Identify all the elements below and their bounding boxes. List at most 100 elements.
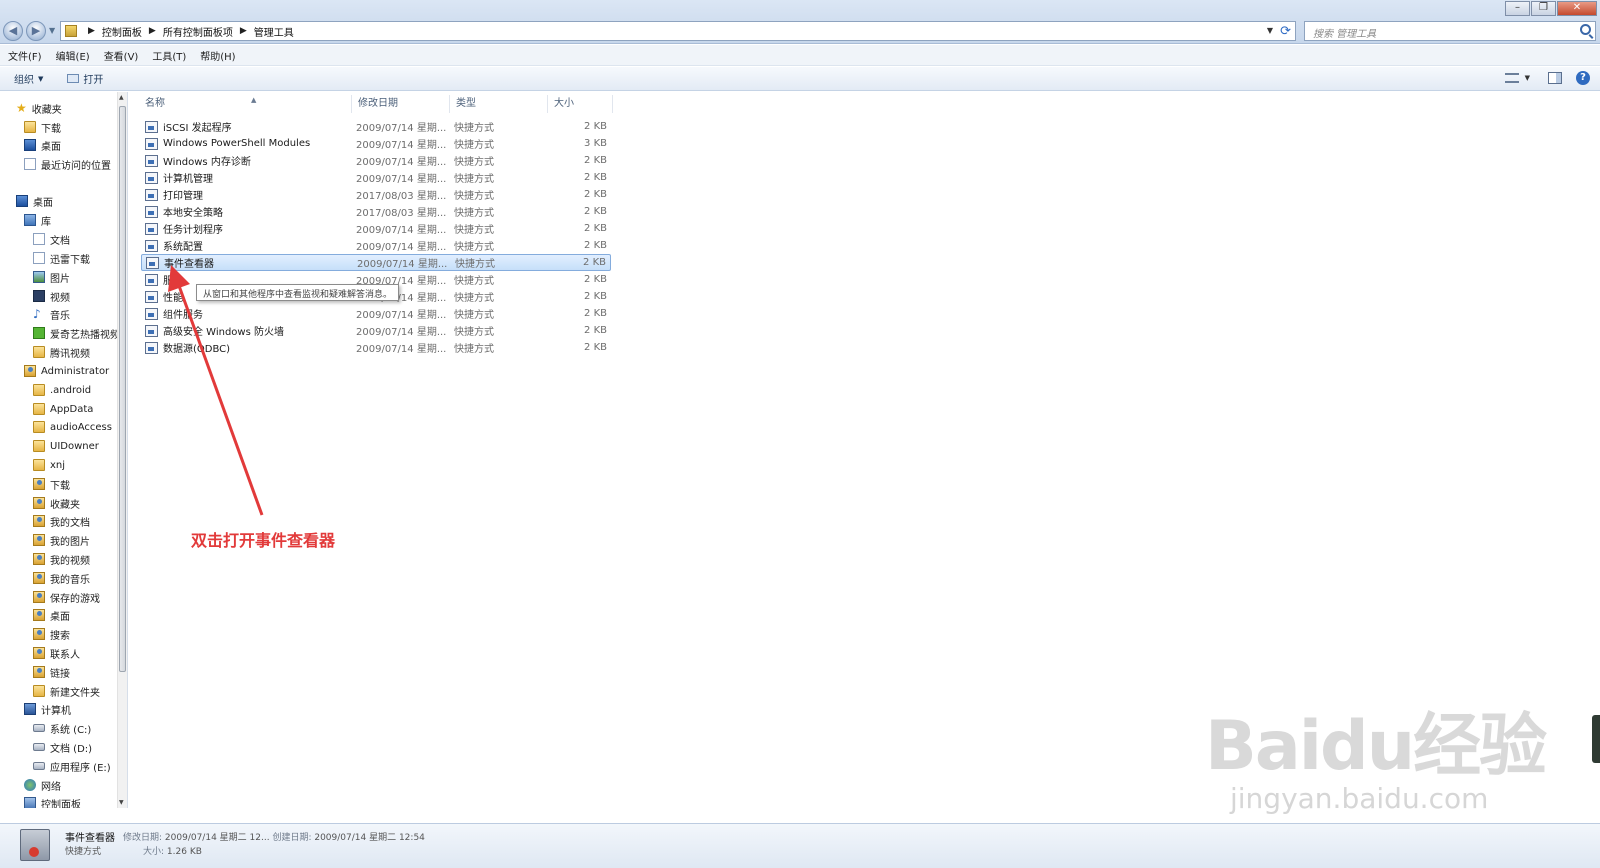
file-type: 快捷方式: [454, 276, 494, 287]
menu-view[interactable]: 查看(V): [104, 48, 139, 63]
breadcrumb-admin-tools[interactable]: 管理工具: [254, 24, 294, 39]
file-row[interactable]: 本地安全策略 2017/08/03 星期... 快捷方式 2 KB: [141, 203, 611, 220]
nav-library[interactable]: 库: [24, 211, 51, 229]
nav-computer[interactable]: 计算机: [24, 700, 71, 718]
shortcut-icon: [146, 256, 159, 269]
scrollbar-thumb[interactable]: [119, 106, 126, 672]
nav-user-item[interactable]: UIDowner: [33, 437, 99, 455]
nav-fav-recent[interactable]: 最近访问的位置: [24, 155, 111, 173]
refresh-icon[interactable]: ⟳: [1280, 24, 1291, 39]
search-icon[interactable]: [1580, 24, 1591, 35]
nav-label: AppData: [50, 403, 94, 415]
nav-user-item[interactable]: 下载: [33, 475, 70, 493]
nav-user-item[interactable]: 搜索: [33, 625, 70, 643]
nav-user-item[interactable]: 桌面: [33, 606, 70, 624]
file-row[interactable]: Windows 内存诊断 2009/07/14 星期... 快捷方式 2 KB: [141, 152, 611, 169]
nav-lib-videos[interactable]: 视频: [33, 287, 70, 305]
nav-control-panel[interactable]: 控制面板: [24, 794, 81, 808]
view-mode-icon[interactable]: [1504, 73, 1519, 83]
nav-user-item[interactable]: .android: [33, 381, 91, 399]
menu-file[interactable]: 文件(F): [8, 48, 42, 63]
folder-icon: [24, 121, 36, 133]
file-row[interactable]: 高级安全 Windows 防火墙 2009/07/14 星期... 快捷方式 2 KB: [141, 322, 611, 339]
column-header-size[interactable]: 大小: [548, 95, 613, 113]
preview-pane-icon[interactable]: [1548, 72, 1562, 84]
breadcrumb-control-panel[interactable]: 控制面板: [102, 24, 142, 39]
file-row[interactable]: 数据源(ODBC) 2009/07/14 星期... 快捷方式 2 KB: [141, 339, 611, 356]
nav-user-item[interactable]: xnj: [33, 456, 65, 474]
file-row[interactable]: Windows PowerShell Modules 2009/07/14 星期.…: [141, 135, 611, 152]
file-date: 2009/07/14 星期...: [356, 344, 447, 355]
nav-lib-tencent[interactable]: 腾讯视频: [33, 343, 90, 361]
nav-fav-desktop[interactable]: 桌面: [24, 136, 61, 154]
file-type: 快捷方式: [454, 310, 494, 321]
nav-user-item[interactable]: 链接: [33, 663, 70, 681]
nav-user[interactable]: Administrator: [24, 362, 109, 380]
nav-user-item[interactable]: audioAccess: [33, 418, 112, 436]
file-row[interactable]: 任务计划程序 2009/07/14 星期... 快捷方式 2 KB: [141, 220, 611, 237]
nav-lib-iqiyi[interactable]: 爱奇艺热播视频: [33, 324, 120, 342]
sidebar-scrollbar[interactable]: ▲ ▼: [117, 92, 127, 808]
address-bar-area: ◀ ▶ ▼ ▶ 控制面板 ▶ 所有控制面板项 ▶ 管理工具 ▼ ⟳ 搜索 管理工…: [0, 0, 1600, 44]
nav-user-item[interactable]: 我的音乐: [33, 569, 90, 587]
nav-user-item[interactable]: 新建文件夹: [33, 682, 100, 700]
file-row[interactable]: 打印管理 2017/08/03 星期... 快捷方式 2 KB: [141, 186, 611, 203]
column-header-type[interactable]: 类型: [450, 95, 548, 113]
file-name: 本地安全策略: [163, 208, 223, 219]
nav-lib-music[interactable]: ♪ 音乐: [33, 305, 70, 323]
created-label: 创建日期:: [272, 833, 312, 843]
nav-user-item[interactable]: 保存的游戏: [33, 588, 100, 606]
menu-edit[interactable]: 编辑(E): [56, 48, 90, 63]
organize-button[interactable]: 组织 ▼: [14, 71, 43, 87]
recent-pages-dropdown[interactable]: ▼: [49, 26, 55, 35]
nav-drive-d[interactable]: 文档 (D:): [33, 738, 92, 756]
nav-favorites[interactable]: ★ 收藏夹: [16, 99, 62, 117]
nav-user-item[interactable]: 我的视频: [33, 550, 90, 568]
file-row[interactable]: iSCSI 发起程序 2009/07/14 星期... 快捷方式 2 KB: [141, 118, 611, 135]
nav-lib-docs[interactable]: 文档: [33, 230, 70, 248]
nav-user-item[interactable]: 我的文档: [33, 512, 90, 530]
nav-fav-downloads[interactable]: 下载: [24, 118, 61, 136]
scroll-down-icon[interactable]: ▼: [119, 799, 124, 806]
address-bar[interactable]: ▶ 控制面板 ▶ 所有控制面板项 ▶ 管理工具 ▼ ⟳: [60, 21, 1296, 41]
folder-icon: [33, 459, 45, 471]
file-row-selected[interactable]: 事件查看器 2009/07/14 星期... 快捷方式 2 KB: [141, 254, 611, 271]
view-dropdown-icon[interactable]: ▼: [1525, 74, 1530, 82]
nav-network[interactable]: 网络: [24, 776, 61, 794]
menu-help[interactable]: 帮助(H): [200, 48, 235, 63]
nav-label: 链接: [50, 668, 70, 680]
nav-user-item[interactable]: 联系人: [33, 644, 80, 662]
side-handle[interactable]: [1592, 715, 1600, 763]
nav-lib-xunlei[interactable]: 迅雷下载: [33, 249, 90, 267]
nav-desktop[interactable]: 桌面: [16, 192, 53, 210]
open-button[interactable]: 打开: [67, 71, 103, 86]
nav-user-item[interactable]: 我的图片: [33, 531, 90, 549]
nav-user-item[interactable]: AppData: [33, 400, 93, 418]
file-size: 2 KB: [584, 172, 607, 183]
file-type: 快捷方式: [454, 174, 494, 185]
address-dropdown-icon[interactable]: ▼: [1267, 26, 1273, 35]
breadcrumb-all-items[interactable]: 所有控制面板项: [163, 24, 233, 39]
file-row[interactable]: 计算机管理 2009/07/14 星期... 快捷方式 2 KB: [141, 169, 611, 186]
file-row[interactable]: 系统配置 2009/07/14 星期... 快捷方式 2 KB: [141, 237, 611, 254]
nav-label: 音乐: [50, 310, 70, 322]
nav-user-item[interactable]: 收藏夹: [33, 494, 80, 512]
column-header-date[interactable]: 修改日期: [352, 95, 450, 113]
back-button[interactable]: ◀: [3, 21, 23, 41]
nav-label: 腾讯视频: [50, 348, 90, 360]
close-button[interactable]: ✕: [1557, 1, 1597, 16]
forward-button[interactable]: ▶: [26, 21, 46, 41]
nav-label: 图片: [50, 273, 70, 285]
nav-drive-e[interactable]: 应用程序 (E:): [33, 757, 111, 775]
menu-tools[interactable]: 工具(T): [152, 48, 186, 63]
help-icon[interactable]: ?: [1576, 71, 1590, 85]
minimize-button[interactable]: –: [1505, 1, 1530, 16]
column-header-name[interactable]: 名称 ▲: [139, 95, 352, 113]
restore-button[interactable]: ❐: [1531, 1, 1556, 16]
nav-lib-pictures[interactable]: 图片: [33, 268, 70, 286]
search-input[interactable]: 搜索 管理工具: [1304, 21, 1596, 41]
file-row[interactable]: 组件服务 2009/07/14 星期... 快捷方式 2 KB: [141, 305, 611, 322]
nav-drive-c[interactable]: 系统 (C:): [33, 719, 91, 737]
scroll-up-icon[interactable]: ▲: [119, 94, 124, 101]
folder-icon: [33, 421, 45, 433]
